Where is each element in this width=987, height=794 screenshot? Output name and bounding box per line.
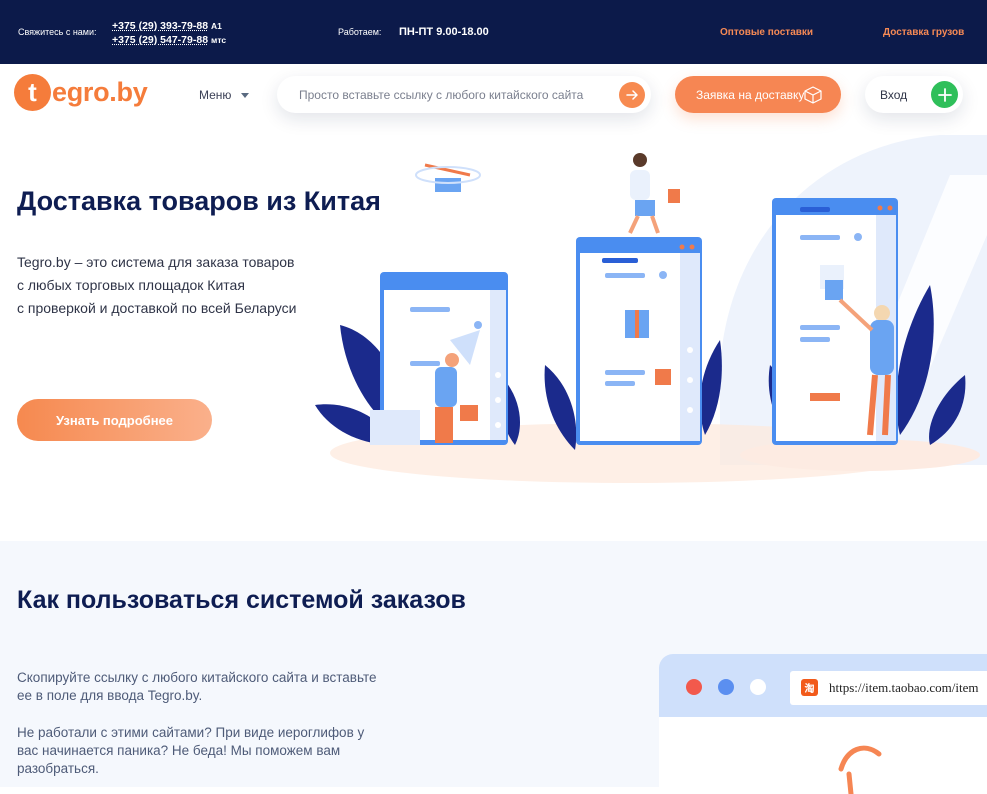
- hero-text-line: с любых торговых площадок Китая: [17, 277, 245, 293]
- phone-operator: мтс: [211, 35, 227, 45]
- browser-url-text: https://item.taobao.com/item: [829, 680, 979, 695]
- contact-label: Свяжитесь с нами:: [18, 27, 97, 37]
- hero-text-line: с проверкой и доставкой по всей Беларуси: [17, 300, 297, 316]
- delivery-request-button[interactable]: Заявка на доставку: [675, 76, 841, 113]
- arrow-right-icon: [626, 90, 638, 100]
- phone-list: +375 (29) 393-79-88 A1 +375 (29) 547-79-8…: [112, 19, 226, 47]
- phone-2[interactable]: +375 (29) 547-79-88 мтс: [112, 33, 226, 47]
- how-to-help-text: Не работали с этими сайтами? При виде ие…: [17, 725, 365, 776]
- cargo-delivery-link[interactable]: Доставка грузов: [883, 27, 964, 38]
- phone-number[interactable]: +375 (29) 547-79-88: [112, 34, 208, 46]
- work-hours: ПН-ПТ 9.00-18.00: [399, 26, 489, 38]
- delivery-request-label: Заявка на доставку: [696, 87, 805, 102]
- hero-illustration: [315, 135, 987, 483]
- login-label: Вход: [880, 88, 908, 102]
- minimize-dot-icon: [718, 679, 734, 695]
- logo-mark: t: [14, 73, 51, 111]
- plus-icon: [931, 81, 958, 108]
- browser-illustration: 淘 https://item.taobao.com/item: [659, 654, 987, 794]
- logo[interactable]: t egro.by: [14, 73, 148, 111]
- close-dot-icon: [686, 679, 702, 695]
- search-bar: [277, 76, 651, 113]
- box-icon: [804, 86, 822, 104]
- caret-down-icon: [241, 92, 250, 98]
- browser-toolbar: 淘 https://item.taobao.com/item: [659, 654, 987, 717]
- hero-text-line: Tegro.by – это система для заказа товаро…: [17, 254, 295, 270]
- maximize-dot-icon: [750, 679, 766, 695]
- learn-more-button[interactable]: Узнать подробнее: [17, 399, 212, 441]
- search-submit-button[interactable]: [619, 82, 645, 108]
- menu-label: Меню: [199, 88, 232, 102]
- how-to-title: Как пользоваться системой заказов: [17, 586, 466, 614]
- top-bar: Свяжитесь с нами: +375 (29) 393-79-88 A1 …: [0, 0, 987, 64]
- phone-operator: A1: [211, 21, 222, 31]
- hero-description: Tegro.by – это система для заказа товаро…: [17, 251, 337, 320]
- wholesale-link[interactable]: Оптовые поставки: [720, 27, 813, 38]
- login-button[interactable]: Вход: [865, 76, 963, 113]
- how-to-section: Как пользоваться системой заказов Скопир…: [0, 541, 987, 794]
- menu-button[interactable]: Меню: [199, 88, 250, 102]
- phone-1[interactable]: +375 (29) 393-79-88 A1: [112, 19, 226, 33]
- logo-text: egro.by: [52, 76, 148, 107]
- search-input[interactable]: [299, 76, 609, 113]
- browser-url-bar: 淘 https://item.taobao.com/item: [790, 671, 987, 705]
- how-to-step-text: Скопируйте ссылку с любого китайского са…: [17, 670, 377, 703]
- phone-number[interactable]: +375 (29) 393-79-88: [112, 20, 208, 32]
- taobao-icon: 淘: [801, 679, 818, 696]
- arrow-up-icon: [838, 745, 882, 794]
- work-hours-label: Работаем:: [338, 27, 382, 37]
